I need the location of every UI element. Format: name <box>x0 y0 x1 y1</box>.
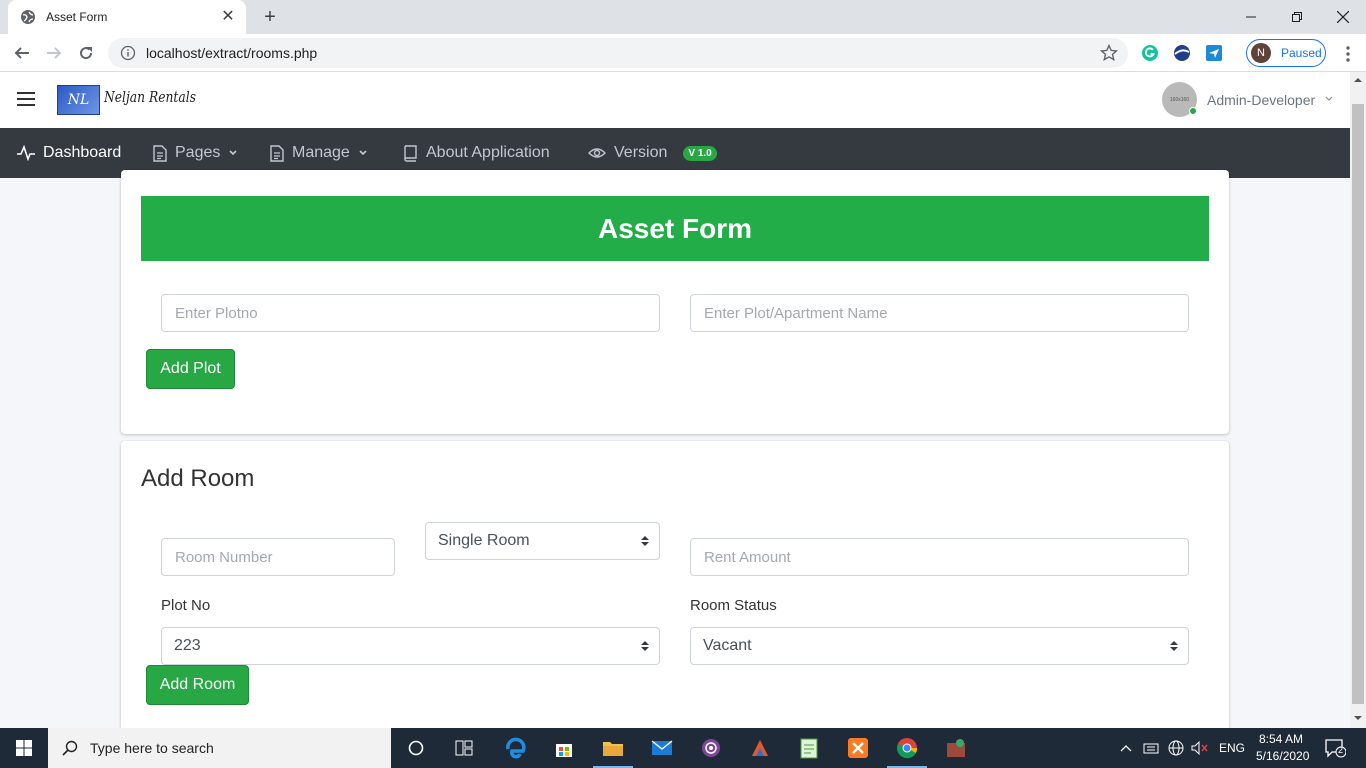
browser-tab[interactable]: Asset Form ✕ <box>8 0 246 34</box>
edge-browser-icon[interactable] <box>503 736 527 760</box>
tor-browser-icon[interactable] <box>699 736 723 760</box>
plotno-input[interactable]: Enter Plotno <box>161 294 660 332</box>
window-close-icon[interactable] <box>1320 0 1366 34</box>
notification-icon[interactable]: 2 <box>1324 738 1346 758</box>
taskbar-search[interactable]: Type here to search <box>48 728 391 768</box>
brand-name[interactable]: Neljan Rentals <box>104 88 196 106</box>
nav-label: Manage <box>292 144 350 161</box>
chevron-down-icon <box>359 150 367 156</box>
room-type-select[interactable]: Single Room <box>425 522 660 560</box>
profile-button[interactable]: N Paused <box>1246 39 1326 67</box>
restore-icon[interactable] <box>1274 0 1320 34</box>
search-placeholder: Type here to search <box>90 740 214 756</box>
chevron-up-icon[interactable] <box>1116 736 1136 760</box>
cortana-icon[interactable] <box>404 736 428 760</box>
windows-start-icon[interactable] <box>0 728 48 768</box>
windows-taskbar: Type here to search ENG 8:54 AM 5/16/202… <box>0 728 1366 768</box>
globe-icon <box>20 9 36 25</box>
extension-globe-icon[interactable] <box>1173 44 1191 62</box>
select-arrows-icon <box>641 641 649 651</box>
version-badge: V 1.0 <box>683 145 717 161</box>
forward-arrow-icon[interactable] <box>41 40 67 66</box>
scroll-thumb[interactable] <box>1352 104 1364 704</box>
notepad-icon[interactable] <box>797 736 821 760</box>
minimize-icon[interactable] <box>1228 0 1274 34</box>
xampp-icon[interactable] <box>846 736 870 760</box>
language-indicator[interactable]: ENG <box>1219 741 1245 755</box>
document-icon <box>153 144 167 162</box>
profile-status: Paused <box>1281 46 1322 60</box>
book-icon <box>404 144 417 162</box>
room-type-value: Single Room <box>438 532 530 549</box>
back-arrow-icon[interactable] <box>9 40 35 66</box>
page-scrollbar[interactable] <box>1350 72 1366 728</box>
rent-amount-input[interactable]: Rent Amount <box>690 538 1189 576</box>
user-name[interactable]: Admin-Developer <box>1207 92 1315 108</box>
tab-title: Asset Form <box>46 10 108 24</box>
app-icon[interactable] <box>944 736 968 760</box>
bookmark-star-icon[interactable] <box>1100 44 1118 62</box>
document-icon <box>270 144 284 162</box>
browser-tab-bar: Asset Form ✕ + <box>0 0 1366 34</box>
volume-muted-icon[interactable] <box>1190 736 1210 760</box>
nav-label: Version <box>614 144 668 161</box>
tab-close-icon[interactable]: ✕ <box>220 9 236 25</box>
scroll-down-icon[interactable] <box>1354 714 1362 722</box>
room-number-input[interactable]: Room Number <box>161 538 395 576</box>
address-bar[interactable]: localhost/extract/rooms.php <box>108 38 1128 68</box>
reload-icon[interactable] <box>73 40 99 66</box>
scroll-up-icon[interactable] <box>1354 76 1362 84</box>
brand-logo[interactable]: NL <box>57 85 100 115</box>
room-status-label: Room Status <box>690 597 777 614</box>
app-icon[interactable] <box>748 736 772 760</box>
send-extension-icon[interactable] <box>1205 44 1223 62</box>
select-arrows-icon <box>641 536 649 546</box>
online-status-dot <box>1189 107 1197 115</box>
profile-avatar: N <box>1251 43 1271 63</box>
mail-icon[interactable] <box>650 736 674 760</box>
select-arrows-icon <box>1170 641 1178 651</box>
task-view-icon[interactable] <box>452 736 476 760</box>
hamburger-menu-icon[interactable] <box>17 91 35 107</box>
chrome-icon[interactable] <box>895 736 919 760</box>
nav-label: Dashboard <box>43 144 122 161</box>
eye-icon <box>588 148 606 158</box>
plot-no-value: 223 <box>174 637 201 654</box>
app-header: NL Neljan Rentals 160x160 Admin-Develope… <box>0 72 1350 128</box>
notification-count: 2 <box>1338 745 1344 755</box>
search-icon <box>62 740 78 756</box>
nav-label: About Application <box>426 144 550 161</box>
grammarly-extension-icon[interactable] <box>1141 44 1159 62</box>
url-text[interactable]: localhost/extract/rooms.php <box>146 45 317 61</box>
info-icon[interactable] <box>120 45 136 61</box>
chevron-down-icon[interactable] <box>1324 94 1334 104</box>
nav-label: Pages <box>175 144 221 161</box>
room-status-select[interactable]: Vacant <box>690 627 1189 665</box>
store-icon[interactable] <box>552 736 576 760</box>
clock-date[interactable]: 5/16/2020 <box>1256 749 1309 763</box>
plot-no-label: Plot No <box>161 597 211 614</box>
asset-form-title: Asset Form <box>141 196 1209 261</box>
activity-icon <box>17 145 35 161</box>
add-room-card <box>121 441 1229 741</box>
plot-name-input[interactable]: Enter Plot/Apartment Name <box>690 294 1189 332</box>
browser-menu-icon[interactable] <box>1338 44 1358 64</box>
clock-time[interactable]: 8:54 AM <box>1259 732 1303 746</box>
chevron-down-icon <box>229 150 237 156</box>
plot-no-select[interactable]: 223 <box>161 627 660 665</box>
browser-toolbar: localhost/extract/rooms.php N Paused <box>0 34 1366 72</box>
add-plot-button[interactable]: Add Plot <box>146 349 235 389</box>
keyboard-icon[interactable] <box>1141 736 1161 760</box>
add-room-button[interactable]: Add Room <box>146 665 249 705</box>
new-tab-button[interactable]: + <box>260 7 280 27</box>
network-globe-icon[interactable] <box>1166 736 1186 760</box>
room-status-value: Vacant <box>703 637 752 654</box>
nav-item-dashboard[interactable]: Dashboard <box>17 128 121 178</box>
add-room-title: Add Room <box>141 465 255 492</box>
file-explorer-icon[interactable] <box>601 736 625 760</box>
